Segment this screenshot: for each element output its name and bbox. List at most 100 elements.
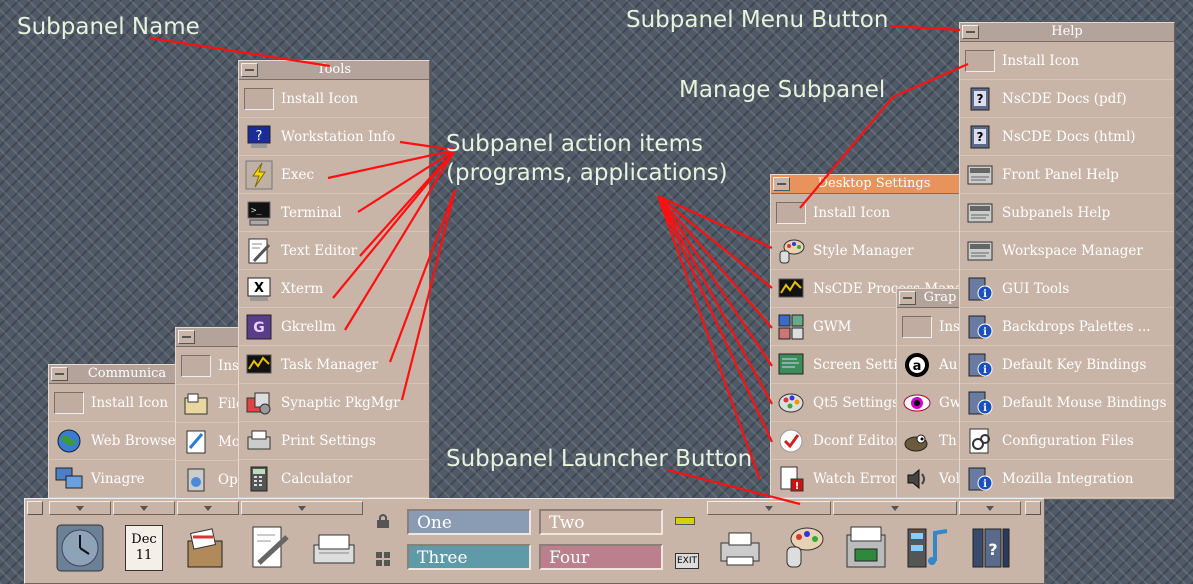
text-editor-icon[interactable]: [245, 523, 295, 573]
app-manager-icon[interactable]: [841, 523, 891, 573]
front-panel-minimize-button[interactable]: [1025, 501, 1041, 515]
install-icon-row[interactable]: Install Icon: [960, 42, 1174, 80]
install-icon-row[interactable]: Install Icon: [49, 384, 185, 422]
subpanel-menu-button[interactable]: [962, 25, 979, 39]
subpanel-item-print-settings[interactable]: Print Settings: [239, 422, 429, 460]
workspace-button-one[interactable]: One: [407, 509, 531, 535]
lightning-icon: [243, 160, 275, 190]
subpanel-item-calculator[interactable]: Calculator: [239, 460, 429, 498]
calendar-month: Dec: [131, 532, 157, 547]
subpanel-item-default-key-bindings[interactable]: i Default Key Bindings: [960, 346, 1174, 384]
printer-icon: [243, 426, 275, 456]
subpanel-launcher-empty[interactable]: [241, 501, 363, 515]
subpanel-item-gwenview[interactable]: Gw: [897, 384, 961, 422]
subpanel-menu-button[interactable]: [178, 330, 195, 344]
subpanel-menu-button[interactable]: [241, 63, 258, 77]
info-book-icon: i: [964, 350, 996, 380]
globe-icon: [53, 426, 85, 456]
subpanel-item-gimp[interactable]: Th: [897, 422, 961, 460]
svg-text:i: i: [983, 327, 987, 338]
subpanel-item-files[interactable]: File: [176, 385, 238, 423]
subpanel-item-vinagre[interactable]: Vinagre: [49, 460, 185, 498]
subpanel-menu-button[interactable]: [51, 367, 68, 381]
subpanel-title-bar: Grap: [897, 289, 961, 308]
subpanel-item-default-mouse-bindings[interactable]: i Default Mouse Bindings: [960, 384, 1174, 422]
clock-icon[interactable]: [55, 523, 105, 573]
remote-desktop-icon: [53, 464, 85, 494]
calculator-icon: [243, 464, 275, 494]
subpanel-tools: Tools Install Icon ? Workstation Info Exe…: [238, 60, 430, 500]
info-book-icon: i: [964, 274, 996, 304]
install-slot-icon: [901, 312, 933, 342]
task-manager-icon: [243, 350, 275, 380]
mail-icon[interactable]: [309, 523, 359, 573]
info-book-icon: i: [964, 312, 996, 342]
svg-text:?: ?: [988, 540, 997, 559]
lock-icon[interactable]: [375, 513, 391, 529]
subpanel-files: Ins File Mo Op: [175, 327, 239, 500]
front-panel: Dec 11 One Two Three Four EXIT ?: [24, 498, 1045, 584]
subpanel-item-style-manager[interactable]: Style Manager: [771, 232, 961, 270]
subpanel-menu-button[interactable]: [899, 291, 916, 305]
calendar-icon[interactable]: Dec 11: [119, 523, 169, 573]
subpanel-item-front-panel-help[interactable]: Front Panel Help: [960, 156, 1174, 194]
subpanel-launcher-files[interactable]: [113, 501, 175, 515]
workspace-button-three[interactable]: Three: [407, 544, 531, 570]
subpanel-launcher-tools[interactable]: [177, 501, 239, 515]
subpanel-item-terminal[interactable]: >_ Terminal: [239, 194, 429, 232]
install-icon-row[interactable]: Ins: [176, 347, 238, 385]
subpanel-item-docs-pdf[interactable]: ? NsCDE Docs (pdf): [960, 80, 1174, 118]
install-icon-row[interactable]: Install Icon: [239, 80, 429, 118]
workspace-button-two[interactable]: Two: [539, 509, 663, 535]
subpanel-item-gkrellm[interactable]: G Gkrellm: [239, 308, 429, 346]
svg-text:>_: >_: [251, 206, 262, 216]
subpanel-item-backdrops-palettes[interactable]: i Backdrops Palettes ...: [960, 308, 1174, 346]
subpanel-launcher-desktop-settings[interactable]: [707, 501, 831, 515]
install-icon-row[interactable]: Ins: [897, 308, 961, 346]
exit-button[interactable]: EXIT: [675, 553, 699, 569]
subpanel-item-docs-html[interactable]: ? NsCDE Docs (html): [960, 118, 1174, 156]
subpanel-item-synaptic[interactable]: Synaptic PkgMgr: [239, 384, 429, 422]
subpanel-item-gui-tools[interactable]: i GUI Tools: [960, 270, 1174, 308]
front-panel-menu-button[interactable]: [27, 501, 43, 515]
subpanel-item-workstation-info[interactable]: ? Workstation Info: [239, 118, 429, 156]
annotation-menu-button: Subpanel Menu Button: [626, 7, 889, 33]
gkrellm-icon: G: [243, 312, 275, 342]
svg-text:?: ?: [977, 130, 984, 144]
workspace-button-four[interactable]: Four: [539, 544, 663, 570]
workspace-grid-icon[interactable]: [375, 551, 391, 567]
subpanel-launcher-help[interactable]: [959, 501, 1021, 515]
subpanel-launcher-graphics[interactable]: [833, 501, 957, 515]
subpanel-item-web-browser[interactable]: Web Browse: [49, 422, 185, 460]
subpanel-title-bar: Desktop Settings: [771, 175, 961, 194]
annotation-manage-subpanel: Manage Subpanel: [679, 77, 886, 103]
svg-text:X: X: [254, 281, 264, 296]
subpanel-item-op[interactable]: Op: [176, 461, 238, 499]
subpanel-item-text-editor[interactable]: Text Editor: [239, 232, 429, 270]
subpanel-launcher-communication[interactable]: [49, 501, 111, 515]
subpanel-item-mo[interactable]: Mo: [176, 423, 238, 461]
subpanel-item-configuration-files[interactable]: Configuration Files: [960, 422, 1174, 460]
help-books-icon[interactable]: ?: [965, 523, 1015, 573]
subpanel-item-exec[interactable]: Exec: [239, 156, 429, 194]
file-manager-icon[interactable]: [180, 523, 230, 573]
subpanel-item-audacity[interactable]: a Au: [897, 346, 961, 384]
svg-text:G: G: [253, 320, 265, 336]
subpanel-item-volume[interactable]: Vol: [897, 460, 961, 498]
install-icon-row[interactable]: Install Icon: [771, 194, 961, 232]
subpanel-item-task-manager[interactable]: Task Manager: [239, 346, 429, 384]
subpanel-item-subpanels-help[interactable]: Subpanels Help: [960, 194, 1174, 232]
style-manager-icon[interactable]: [779, 523, 829, 573]
media-icon[interactable]: [903, 523, 953, 573]
install-slot-icon: [243, 84, 275, 114]
subpanel-item-xterm[interactable]: X Xterm: [239, 270, 429, 308]
svg-text:?: ?: [256, 129, 263, 144]
gimp-icon: [901, 426, 933, 456]
subpanel-communication: Communica Install Icon Web Browse Vinagr…: [48, 364, 186, 500]
help-book-icon: ?: [964, 84, 996, 114]
subpanel-menu-button[interactable]: [773, 177, 790, 191]
subpanel-item-mozilla-integration[interactable]: i Mozilla Integration: [960, 460, 1174, 498]
printer-icon[interactable]: [715, 523, 765, 573]
process-manager-icon: [775, 274, 807, 304]
subpanel-item-workspace-manager[interactable]: Workspace Manager: [960, 232, 1174, 270]
